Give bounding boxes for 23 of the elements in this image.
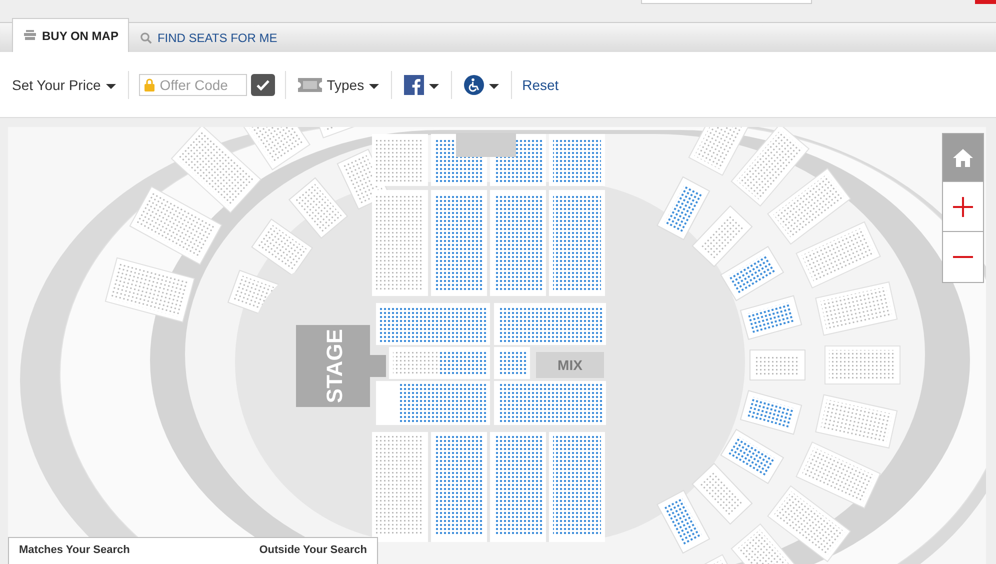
- price-menu[interactable]: Set Your Price: [10, 76, 118, 92]
- ticket-icon: [298, 78, 322, 92]
- seats-icon: [23, 30, 37, 41]
- minus-icon: [953, 255, 973, 259]
- types-menu[interactable]: Types: [296, 76, 382, 92]
- apply-button[interactable]: [250, 74, 275, 96]
- share-menu[interactable]: [402, 74, 442, 94]
- legend-label: Outside Your Search: [259, 544, 367, 558]
- checkmark-icon: [256, 78, 270, 90]
- plus-icon: [953, 196, 973, 216]
- home-button[interactable]: [943, 134, 983, 182]
- facebook-icon: [404, 74, 424, 94]
- wheelchair-icon: [464, 74, 484, 94]
- tab[interactable]: FIND SEATS FOR ME: [129, 23, 288, 52]
- stage-label: STAGE: [322, 328, 347, 404]
- offer-code-field[interactable]: Offer Code: [138, 74, 247, 96]
- tab[interactable]: BUY ON MAP: [12, 18, 130, 52]
- accessibility-menu[interactable]: [462, 74, 502, 94]
- mix-label: MIX: [558, 357, 582, 373]
- reset-link[interactable]: Reset: [522, 76, 559, 92]
- legend-label: Matches Your Search: [19, 544, 130, 558]
- home-icon: [953, 148, 973, 166]
- search-icon: [140, 32, 152, 44]
